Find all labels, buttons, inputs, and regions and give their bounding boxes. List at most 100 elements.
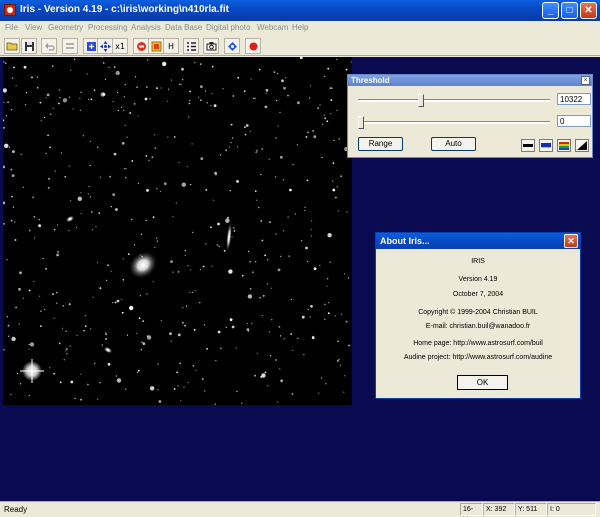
- undo-icon[interactable]: [41, 38, 57, 54]
- star: [88, 185, 90, 188]
- header-icon[interactable]: H: [163, 38, 179, 54]
- star: [331, 87, 333, 89]
- star: [217, 330, 221, 334]
- palette-black-icon[interactable]: [521, 139, 535, 152]
- star: [90, 211, 93, 213]
- star: [47, 134, 49, 137]
- minimize-button[interactable]: _: [542, 2, 559, 19]
- blue-dot-icon[interactable]: [224, 38, 240, 54]
- star: [327, 278, 329, 280]
- maximize-button[interactable]: □: [561, 2, 578, 19]
- record-icon[interactable]: [133, 38, 149, 54]
- star: [193, 328, 196, 331]
- list-icon[interactable]: [183, 38, 199, 54]
- menu-digital-photo[interactable]: Digital photo: [206, 23, 250, 32]
- status-bar: Ready 16-bits X: 392 Y: 511 I: 0: [0, 501, 600, 517]
- ok-button[interactable]: OK: [457, 375, 508, 390]
- menu-analysis[interactable]: Analysis: [131, 23, 161, 32]
- star: [336, 58, 338, 60]
- range-button[interactable]: Range: [358, 137, 403, 151]
- star: [112, 302, 114, 304]
- star: [140, 348, 143, 351]
- app-icon[interactable]: [4, 4, 16, 16]
- star: [231, 236, 233, 238]
- menu-help[interactable]: Help: [292, 23, 308, 32]
- close-button[interactable]: ✕: [580, 2, 597, 19]
- redo-icon[interactable]: [62, 38, 78, 54]
- star: [156, 237, 158, 239]
- menu-webcam[interactable]: Webcam: [257, 23, 288, 32]
- astro-image[interactable]: [3, 57, 352, 405]
- star: [313, 267, 317, 271]
- star: [12, 77, 14, 79]
- star: [327, 233, 332, 238]
- palette-blue-icon[interactable]: [539, 139, 553, 152]
- threshold-close-button[interactable]: ×: [581, 76, 590, 85]
- star: [33, 215, 36, 218]
- move-icon[interactable]: [97, 38, 113, 54]
- star: [53, 228, 56, 231]
- star: [59, 381, 62, 384]
- star: [100, 92, 105, 97]
- camera-icon[interactable]: [203, 38, 219, 54]
- menu-view[interactable]: View: [25, 23, 42, 32]
- menu-file[interactable]: File: [5, 23, 18, 32]
- star: [348, 344, 350, 347]
- menu-database[interactable]: Data Base: [165, 23, 202, 32]
- star-field: [3, 57, 352, 405]
- star: [160, 87, 162, 89]
- star: [288, 255, 290, 257]
- star: [80, 192, 82, 194]
- star: [124, 124, 126, 126]
- star: [53, 317, 55, 319]
- x1-zoom-icon[interactable]: x1: [112, 38, 128, 54]
- star: [42, 257, 44, 260]
- star: [94, 362, 96, 364]
- palette-gradient-icon[interactable]: [575, 139, 589, 152]
- red-dot-icon[interactable]: [245, 38, 261, 54]
- star: [44, 308, 46, 311]
- palette-rainbow-icon[interactable]: [557, 139, 571, 152]
- star: [190, 269, 192, 271]
- menu-geometry[interactable]: Geometry: [48, 23, 83, 32]
- star: [122, 278, 125, 281]
- low-threshold-thumb[interactable]: [358, 116, 364, 129]
- star: [60, 152, 63, 154]
- star: [107, 362, 111, 366]
- star: [319, 104, 321, 106]
- low-threshold-slider[interactable]: [358, 121, 550, 124]
- about-close-button[interactable]: ✕: [564, 234, 578, 248]
- open-folder-icon[interactable]: [4, 38, 20, 54]
- star: [148, 159, 150, 161]
- star-spikes: [20, 359, 44, 383]
- star: [304, 206, 306, 209]
- star: [25, 92, 27, 94]
- star: [177, 385, 179, 387]
- star: [211, 93, 213, 95]
- star: [264, 254, 266, 257]
- star: [220, 347, 222, 350]
- star: [265, 88, 269, 92]
- star: [236, 390, 238, 392]
- star: [206, 102, 208, 104]
- star: [156, 188, 158, 190]
- star: [80, 213, 82, 215]
- star: [260, 173, 262, 176]
- star: [245, 124, 249, 127]
- star: [206, 348, 208, 350]
- star: [301, 315, 305, 319]
- high-threshold-slider[interactable]: [358, 99, 550, 102]
- star: [87, 193, 89, 195]
- high-threshold-field[interactable]: [557, 93, 591, 105]
- star: [104, 78, 107, 80]
- auto-button[interactable]: Auto: [431, 137, 476, 151]
- star: [250, 78, 252, 80]
- menu-processing[interactable]: Processing: [88, 23, 128, 32]
- star: [28, 289, 31, 292]
- low-threshold-field[interactable]: [557, 115, 591, 127]
- color-icon[interactable]: [148, 38, 164, 54]
- save-disk-icon[interactable]: [21, 38, 37, 54]
- star: [345, 320, 348, 323]
- star: [256, 149, 258, 152]
- high-threshold-thumb[interactable]: [417, 94, 424, 107]
